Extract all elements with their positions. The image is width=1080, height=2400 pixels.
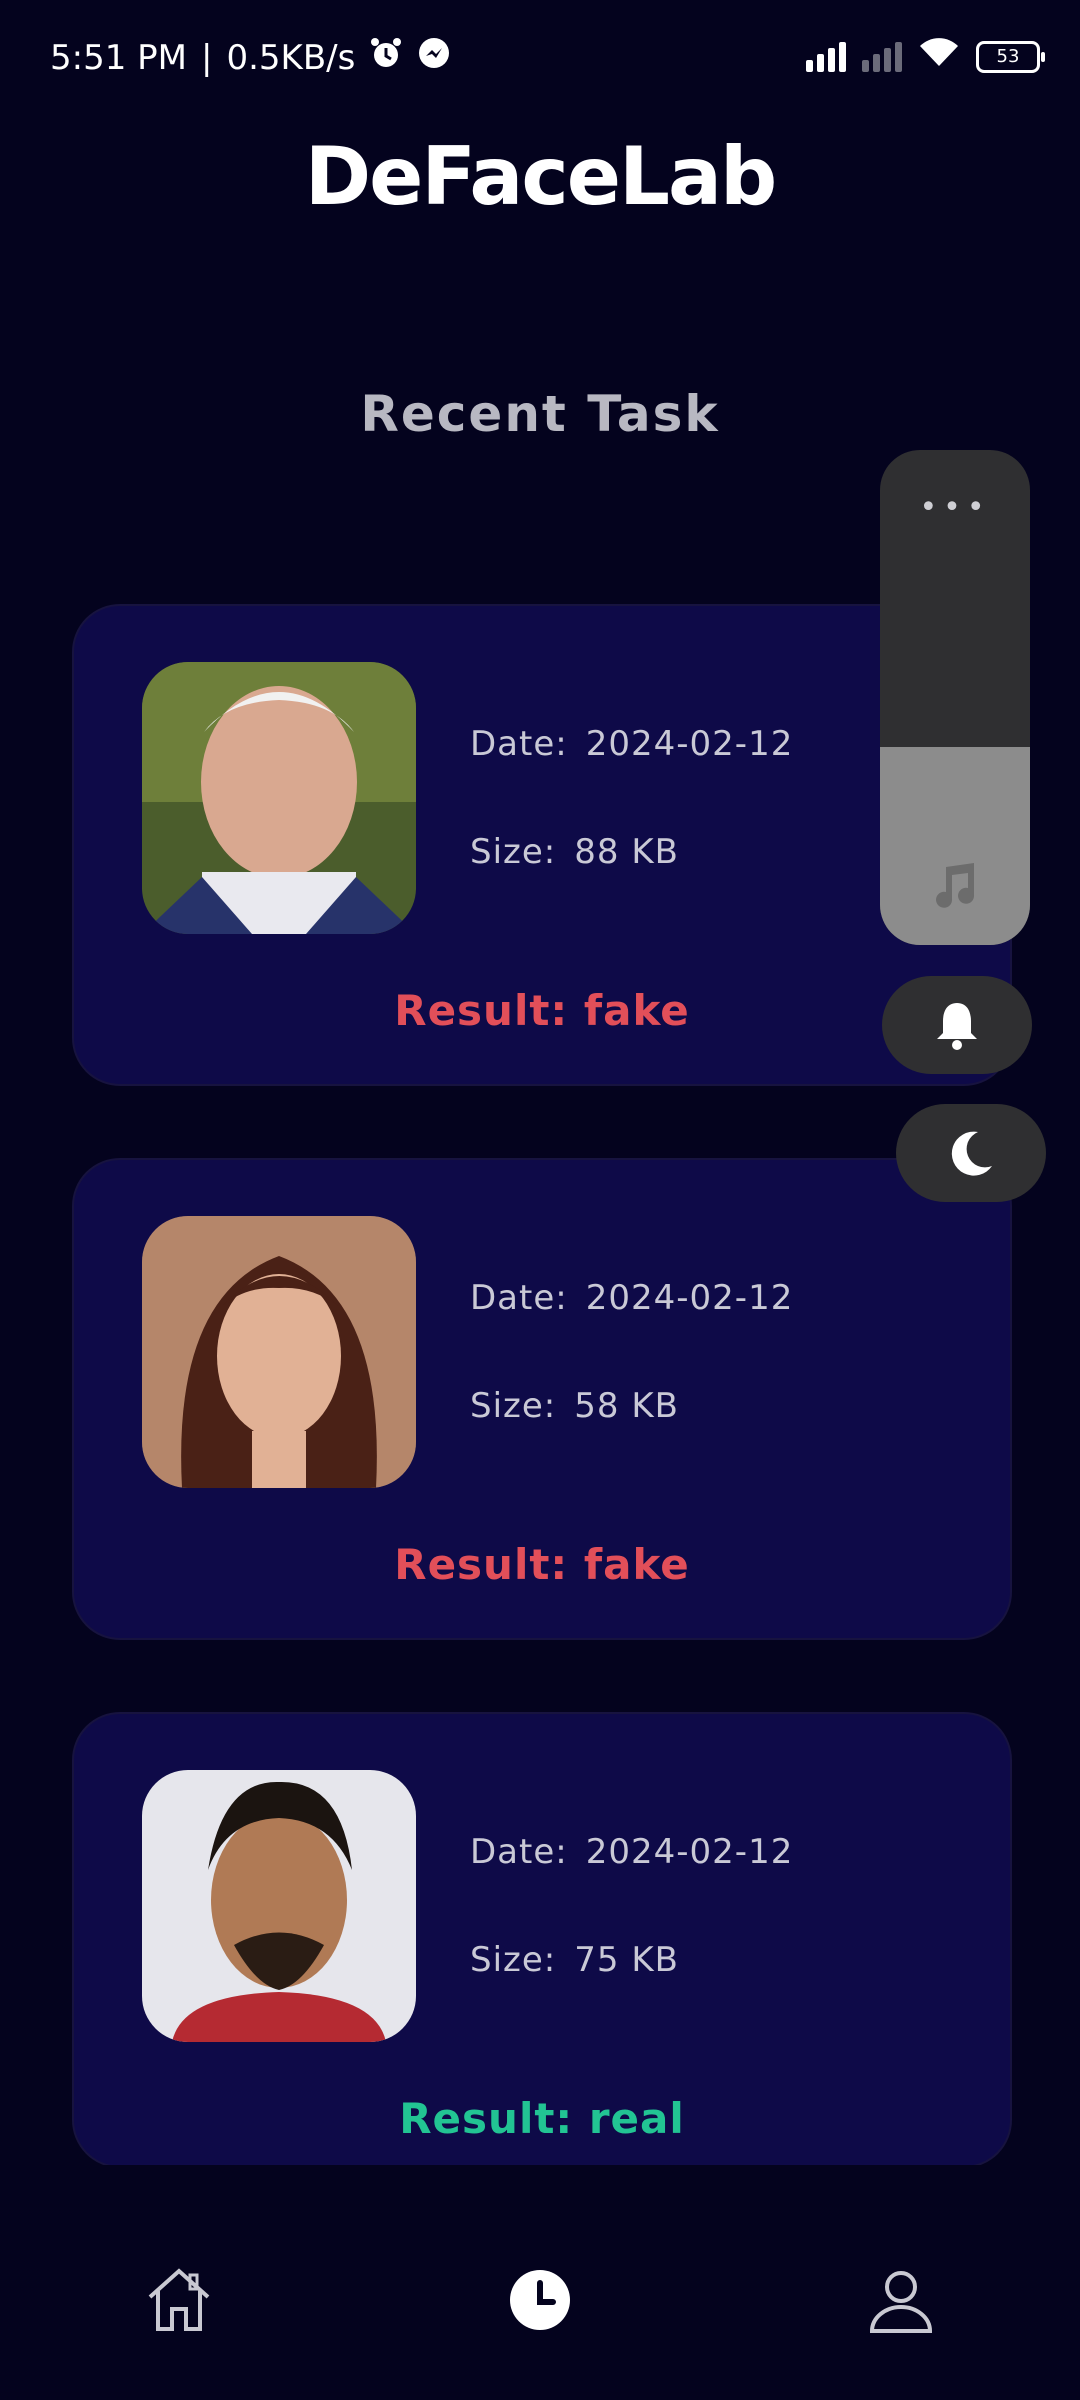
nav-profile[interactable] bbox=[866, 2265, 936, 2335]
home-icon bbox=[148, 2268, 210, 2331]
date-label: Date: bbox=[470, 1278, 568, 1318]
task-size-1: Size: 88 KB bbox=[470, 832, 679, 872]
more-dots-icon[interactable]: ••• bbox=[880, 490, 1030, 525]
volume-level-fill[interactable] bbox=[880, 747, 1030, 945]
date-value: 2024-02-12 bbox=[585, 1278, 794, 1318]
size-value: 58 KB bbox=[574, 1386, 679, 1426]
history-clock-icon bbox=[510, 2270, 570, 2330]
task-card-3[interactable]: Date: 2024-02-12 Size: 75 KB Result: real bbox=[72, 1712, 1012, 2168]
result-value: fake bbox=[583, 1540, 690, 1589]
nav-home[interactable] bbox=[144, 2265, 214, 2335]
task-size-3: Size: 75 KB bbox=[470, 1940, 679, 1980]
result-label: Result: bbox=[394, 1540, 569, 1589]
task-result-3: Result: real bbox=[74, 2094, 1010, 2143]
task-thumbnail-2 bbox=[142, 1216, 416, 1488]
dnd-button[interactable] bbox=[896, 1104, 1046, 1202]
result-value: real bbox=[588, 2094, 685, 2143]
result-value: fake bbox=[583, 986, 690, 1035]
nav-history[interactable] bbox=[505, 2265, 575, 2335]
status-bar: 5:51 PM | 0.5KB/s 53 bbox=[0, 0, 1080, 110]
bell-icon bbox=[937, 1003, 977, 1050]
size-label: Size: bbox=[470, 832, 557, 872]
messenger-icon bbox=[417, 36, 451, 79]
task-card-1[interactable]: Date: 2024-02-12 Size: 88 KB Result: fake bbox=[72, 604, 1012, 1086]
date-label: Date: bbox=[470, 724, 568, 764]
task-thumbnail-3 bbox=[142, 1770, 416, 2042]
date-value: 2024-02-12 bbox=[585, 1832, 794, 1872]
alarm-icon bbox=[369, 36, 403, 79]
status-separator: | bbox=[201, 37, 213, 78]
volume-panel[interactable]: ••• bbox=[880, 450, 1030, 945]
task-date-1: Date: 2024-02-12 bbox=[470, 724, 793, 764]
task-result-1: Result: fake bbox=[74, 986, 1010, 1035]
signal-icon bbox=[806, 41, 846, 72]
result-label: Result: bbox=[394, 986, 569, 1035]
size-value: 88 KB bbox=[574, 832, 679, 872]
date-label: Date: bbox=[470, 1832, 568, 1872]
task-date-3: Date: 2024-02-12 bbox=[470, 1832, 793, 1872]
task-size-2: Size: 58 KB bbox=[470, 1386, 679, 1426]
music-note-icon bbox=[936, 863, 975, 908]
profile-icon bbox=[869, 2271, 933, 2333]
section-title: Recent Task bbox=[360, 385, 720, 443]
task-date-2: Date: 2024-02-12 bbox=[470, 1278, 793, 1318]
wifi-icon bbox=[918, 36, 960, 77]
size-value: 75 KB bbox=[574, 1940, 679, 1980]
signal-2-icon bbox=[862, 41, 902, 72]
size-label: Size: bbox=[470, 1386, 557, 1426]
status-time: 5:51 PM bbox=[50, 37, 187, 78]
ring-mode-button[interactable] bbox=[882, 976, 1032, 1074]
status-left: 5:51 PM | 0.5KB/s bbox=[50, 36, 451, 79]
app-title: DeFaceLab bbox=[304, 130, 778, 223]
bottom-navigation bbox=[0, 2165, 1080, 2400]
size-label: Size: bbox=[470, 1940, 557, 1980]
status-right: 53 bbox=[806, 36, 1045, 77]
task-card-2[interactable]: Date: 2024-02-12 Size: 58 KB Result: fake bbox=[72, 1158, 1012, 1640]
network-speed: 0.5KB/s bbox=[226, 37, 356, 78]
task-thumbnail-1 bbox=[142, 662, 416, 934]
moon-icon bbox=[951, 1131, 992, 1176]
battery-indicator: 53 bbox=[976, 40, 1045, 73]
date-value: 2024-02-12 bbox=[585, 724, 794, 764]
task-result-2: Result: fake bbox=[74, 1540, 1010, 1589]
result-label: Result: bbox=[399, 2094, 574, 2143]
